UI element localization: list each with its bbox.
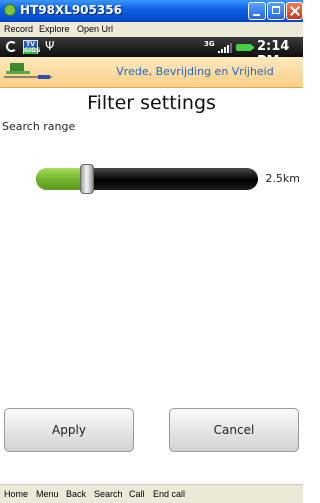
emulator-menubar: Record Explore Open Url <box>0 22 303 38</box>
search-range-slider-thumb[interactable] <box>80 164 94 194</box>
cancel-button[interactable]: Cancel <box>169 408 299 452</box>
app-logo <box>4 63 52 81</box>
window-title: HT98XL905356 <box>20 3 122 17</box>
signal-icon <box>218 43 232 53</box>
sync-icon <box>6 41 17 52</box>
search-button[interactable]: Search <box>94 489 123 499</box>
call-button[interactable]: Call <box>129 489 145 499</box>
page-title: Filter settings <box>87 92 216 114</box>
search-range-label: Search range <box>2 120 76 133</box>
menu-record[interactable]: Record <box>4 24 33 34</box>
android-status-bar: TV GIDS Ψ 3G 2:14 PM <box>0 37 303 69</box>
app-title: Vrede, Bevrijding en Vrijheid <box>116 65 274 78</box>
home-button[interactable]: Home <box>4 489 28 499</box>
emulator-bottom-bar: Home Menu Back Search Call End call <box>0 484 303 503</box>
menu-explore[interactable]: Explore <box>39 24 70 34</box>
back-button[interactable]: Back <box>66 489 86 499</box>
apply-button[interactable]: Apply <box>4 408 134 452</box>
close-button[interactable] <box>286 2 303 20</box>
network-type: 3G <box>204 40 215 48</box>
usb-icon: Ψ <box>45 39 55 53</box>
window-title-bar: HT98XL905356 <box>0 0 303 22</box>
app-window-icon <box>4 4 16 16</box>
menu-button[interactable]: Menu <box>36 489 59 499</box>
app-header: Vrede, Bevrijding en Vrijheid <box>0 57 303 88</box>
tv-gids-icon: TV GIDS <box>23 40 41 54</box>
menu-open-url[interactable]: Open Url <box>77 24 113 34</box>
search-range-value: 2.5km <box>265 172 300 185</box>
end-call-button[interactable]: End call <box>153 489 185 499</box>
tv-gids-line2: GIDS <box>24 47 41 54</box>
maximize-button[interactable] <box>267 2 285 20</box>
battery-icon <box>236 44 254 51</box>
minimize-button[interactable] <box>248 2 266 20</box>
